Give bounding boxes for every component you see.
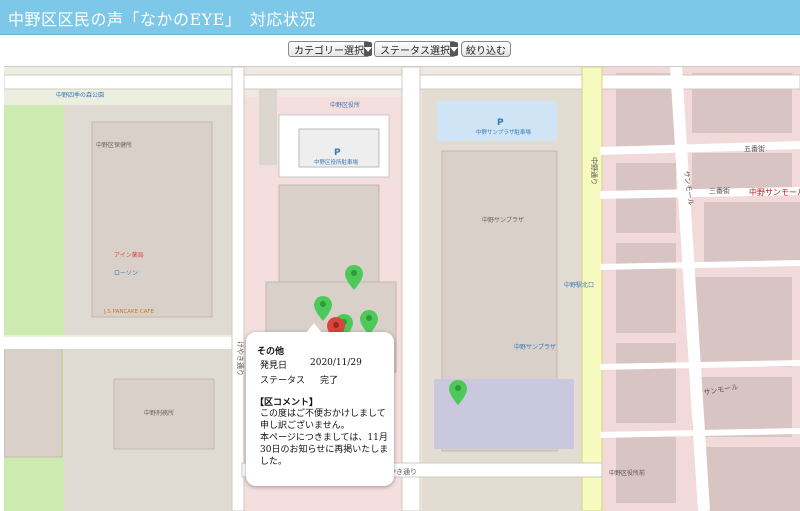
building (692, 377, 792, 437)
status-select[interactable]: ステータス選択 (374, 41, 458, 57)
poi-label: 中野区役所 (330, 101, 360, 109)
category-select-label: カテゴリー選択 (294, 45, 364, 57)
status-select-label: ステータス選択 (380, 45, 450, 57)
building (704, 447, 800, 511)
status-label: ステータス (260, 376, 306, 386)
road (581, 67, 603, 511)
page-title: 中野区区民の声「なかのEYE」 対応状況 (8, 10, 316, 29)
building (4, 346, 63, 458)
road (401, 67, 421, 511)
road (599, 260, 800, 270)
app-header: 中野区区民の声「なかのEYE」 対応状況 (0, 0, 800, 35)
poi-label: ローソン (114, 270, 138, 277)
bus-stop-label: 中野駅北口 (564, 281, 594, 289)
poi-label: 中野区役所駐車場 (314, 158, 359, 166)
poi-label: 中野区保健所 (96, 141, 132, 149)
popup-category: その他 (257, 347, 285, 357)
marker-info-popup: その他 発見日 2020/11/29 ステータス 完了 【区コメント】 この度は… (246, 323, 394, 486)
building (616, 243, 676, 333)
building (692, 277, 792, 367)
chevron-down-icon (450, 42, 458, 56)
popup-tail (306, 323, 322, 333)
building (616, 343, 676, 423)
road (599, 428, 800, 438)
building (704, 202, 800, 262)
filter-toolbar: カテゴリー選択 ステータス選択 絞り込む (0, 35, 800, 63)
comment-heading: 【区コメント】 (255, 398, 319, 408)
road (4, 337, 244, 349)
building (259, 87, 277, 165)
map-canvas: けやき通り 中野通り けやき通り サンモール サンモール 五番街 三番街 P 中… (4, 67, 800, 511)
poi-label: 中野刑務所 (144, 409, 174, 417)
found-date-value: 2020/11/29 (310, 358, 362, 368)
poi-label: 中野サンプラザ (482, 216, 524, 224)
poi-label: 中野四季の森公園 (56, 91, 104, 99)
poi-label: 中野サンプラザ (514, 343, 556, 351)
building (616, 433, 676, 503)
road (599, 360, 800, 370)
comment-text: この度はご不便おかけしまして申し訳ございません。 本ページにつきましては、11月… (260, 409, 389, 467)
road (231, 67, 245, 511)
street-label: 中野通り (590, 157, 599, 185)
building (692, 153, 792, 193)
found-date-label: 発見日 (260, 361, 288, 371)
category-select[interactable]: カテゴリー選択 (288, 41, 372, 57)
poi-label: J.S PANCAKE CAFE (103, 309, 155, 315)
chevron-down-icon (364, 42, 372, 56)
building (91, 121, 213, 318)
parking-icon: P (334, 148, 341, 158)
poi-label: 中野区役所前 (609, 469, 645, 477)
status-value: 完了 (320, 376, 339, 386)
filter-button[interactable]: 絞り込む (461, 41, 511, 57)
map-view[interactable]: けやき通り 中野通り けやき通り サンモール サンモール 五番街 三番街 P 中… (4, 66, 800, 511)
poi-label: 中野サンプラザ駐車場 (476, 128, 531, 136)
poi-label: 中野サンモール商店街 (749, 187, 800, 197)
street-label: 三番街 (709, 186, 730, 195)
parking-icon: P (497, 118, 504, 128)
street-label: けやき通り (236, 341, 245, 376)
poi-label: アイン薬局 (114, 251, 144, 259)
street-label: 五番街 (744, 144, 765, 153)
